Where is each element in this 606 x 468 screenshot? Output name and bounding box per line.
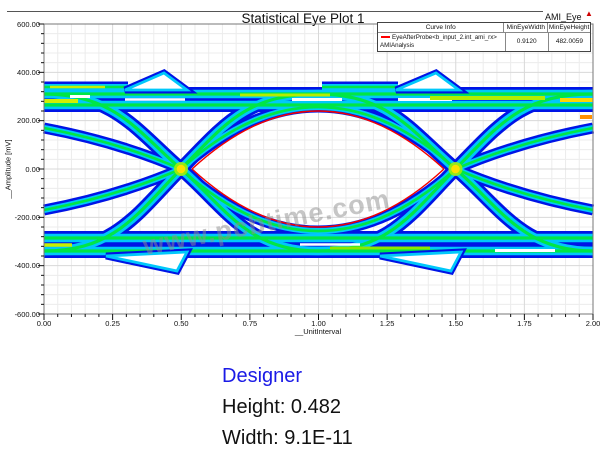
annotation-block: Designer Height: 0.482 Width: 9.1E-11 — [222, 361, 353, 454]
curve-dataset: AMIAnalysis — [380, 41, 415, 49]
x-tick-label: 0.75 — [242, 319, 258, 328]
y-tick-label: 600.00 — [17, 19, 40, 29]
legend-curve-cell: EyeAfterProbe<b_input_2.int_ami_rx> AMIA… — [378, 33, 505, 50]
curve-color-swatch — [381, 36, 390, 39]
min-eye-height-value: 482.0059 — [547, 33, 590, 51]
y-axis-title: __Amplitude [mV] — [3, 139, 13, 199]
x-tick-label: 2.00 — [585, 319, 601, 328]
y-tick-label: 400.00 — [17, 67, 40, 77]
designer-label: Designer — [222, 365, 303, 387]
x-tick-label: 0.25 — [105, 319, 120, 328]
legend-header-curve-info: Curve Info — [425, 24, 456, 31]
curve-name: EyeAfterProbe<b_input_2.int_ami_rx> — [392, 34, 497, 42]
x-tick-label: 1.75 — [517, 319, 532, 328]
x-tick-label: 1.50 — [448, 319, 464, 328]
x-tick-label: 0.00 — [36, 319, 52, 328]
x-tick-label: 0.50 — [173, 319, 189, 328]
y-tick-label: -400.00 — [14, 261, 40, 271]
x-tick-label: 1.25 — [379, 319, 395, 328]
legend-header-min-eye-height: MinEyeHeight — [547, 23, 590, 33]
eye-width-text: Width: 9.1E-11 — [222, 427, 353, 449]
y-tick-label: 200.00 — [17, 116, 40, 126]
y-tick-label: -200.00 — [14, 212, 40, 222]
legend-table[interactable]: Curve Info MinEyeWidth MinEyeHeight EyeA… — [377, 22, 591, 52]
eye-height-text: Height: 0.482 — [222, 396, 341, 418]
eye-diagram-canvas[interactable] — [0, 0, 606, 345]
y-tick-label: -600.00 — [14, 309, 40, 319]
min-eye-width-value: 0.9120 — [504, 33, 548, 51]
legend-data-row: EyeAfterProbe<b_input_2.int_ami_rx> AMIA… — [378, 33, 590, 51]
eye-plot-window: Statistical Eye Plot 1 AMI_Eye ▲ 600.00 … — [0, 0, 606, 468]
x-axis-title: __UnitInterval — [294, 327, 342, 336]
legend-header-min-eye-width: MinEyeWidth — [503, 23, 547, 33]
legend-header-row: Curve Info MinEyeWidth MinEyeHeight — [378, 23, 590, 34]
